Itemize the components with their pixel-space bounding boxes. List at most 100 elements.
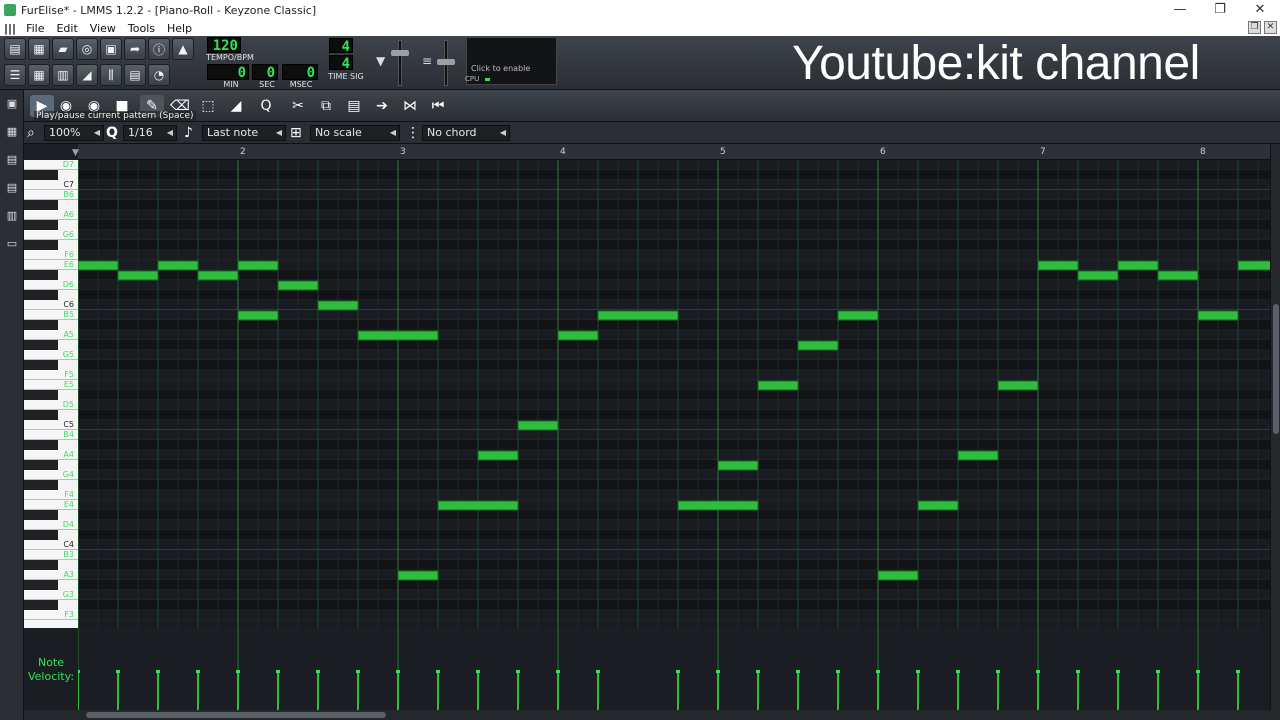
note[interactable] [157, 260, 199, 271]
velocity-handle[interactable] [556, 670, 560, 673]
velocity-handle[interactable] [756, 670, 760, 673]
note[interactable] [437, 500, 519, 511]
chord-combo[interactable]: No chord ◀ [422, 125, 510, 141]
note[interactable] [877, 570, 919, 581]
velocity-handle[interactable] [316, 670, 320, 673]
open-project-icon[interactable]: ▰ [52, 38, 74, 60]
velocity-handle[interactable] [1156, 670, 1160, 673]
velocity-handle[interactable] [836, 670, 840, 673]
time-sig-denominator[interactable]: 4 [329, 55, 353, 72]
pitch-bend-mode-icon[interactable]: ◢ [224, 95, 248, 117]
note[interactable] [357, 330, 439, 341]
velocity-handle[interactable] [476, 670, 480, 673]
black-key[interactable] [24, 460, 58, 470]
black-key[interactable] [24, 320, 58, 330]
loop-points-icon[interactable]: ⋈ [398, 95, 422, 117]
controller-rack-icon[interactable]: ◔ [148, 64, 170, 86]
velocity-graph[interactable] [78, 628, 1270, 710]
note[interactable] [197, 270, 239, 281]
velocity-handle[interactable] [196, 670, 200, 673]
velocity-handle[interactable] [396, 670, 400, 673]
velocity-handle[interactable] [356, 670, 360, 673]
beat-editor-icon[interactable]: ▦ [28, 64, 50, 86]
zoom-combo[interactable]: 100% ◀ [44, 125, 104, 141]
menu-edit[interactable]: Edit [50, 22, 83, 35]
whats-this-icon[interactable]: ⓘ [148, 38, 170, 60]
black-key[interactable] [24, 480, 58, 490]
velocity-handle[interactable] [1116, 670, 1120, 673]
song-editor-icon[interactable]: ☰ [4, 64, 26, 86]
horizontal-scrollbar[interactable] [24, 710, 1280, 720]
menu-tools[interactable]: Tools [122, 22, 161, 35]
minimize-button[interactable]: — [1160, 0, 1200, 20]
scale-combo[interactable]: No scale ◀ [310, 125, 400, 141]
horizontal-scroll-thumb[interactable] [86, 712, 386, 718]
paste-icon[interactable]: ▤ [342, 95, 366, 117]
note[interactable] [597, 310, 679, 321]
note[interactable] [477, 450, 519, 461]
velocity-handle[interactable] [716, 670, 720, 673]
black-key[interactable] [24, 220, 58, 230]
mixer-icon[interactable]: ⫼ [100, 64, 122, 86]
autoscroll-icon[interactable]: ➔ [370, 95, 394, 117]
close-button[interactable]: ✕ [1240, 0, 1280, 20]
note[interactable] [1157, 270, 1199, 281]
select-mode-icon[interactable]: ⬚ [196, 95, 220, 117]
velocity-handle[interactable] [876, 670, 880, 673]
note[interactable] [237, 260, 279, 271]
new-project-icon[interactable]: ▤ [4, 38, 26, 60]
note[interactable] [237, 310, 279, 321]
timeline[interactable]: ▼ 2 3 4 5 6 7 8 [72, 144, 1270, 160]
note[interactable] [1197, 310, 1239, 321]
master-pitch-handle[interactable] [437, 59, 455, 65]
black-key[interactable] [24, 360, 58, 370]
velocity-handle[interactable] [156, 670, 160, 673]
note[interactable] [957, 450, 999, 461]
recent-projects-icon[interactable]: ◎ [76, 38, 98, 60]
velocity-handle[interactable] [516, 670, 520, 673]
note[interactable] [837, 310, 879, 321]
master-volume-handle[interactable] [391, 50, 409, 56]
velocity-handle[interactable] [78, 670, 80, 673]
quantize-combo[interactable]: 1/16 ◀ [123, 125, 177, 141]
black-key[interactable] [24, 440, 58, 450]
note-length-combo[interactable]: Last note ◀ [202, 125, 286, 141]
black-key[interactable] [24, 530, 58, 540]
note[interactable] [317, 300, 359, 311]
vertical-scroll-thumb[interactable] [1273, 304, 1279, 434]
menu-help[interactable]: Help [161, 22, 198, 35]
note[interactable] [397, 570, 439, 581]
note-grid[interactable] [78, 160, 1270, 628]
velocity-handle[interactable] [956, 670, 960, 673]
quantize-icon[interactable]: Q [254, 95, 278, 117]
piano-roll-icon[interactable]: ▥ [52, 64, 74, 86]
my-presets-icon[interactable]: ▤ [4, 180, 20, 196]
note[interactable] [797, 340, 839, 351]
piano-keyboard[interactable]: D7 C7 B6 A6 G6 F6 E6 D6 C6 B5 A5 G5 F5 E5 D5 C5 B4 A4 G4 F4… [24, 160, 78, 628]
note[interactable] [757, 380, 799, 391]
velocity-handle[interactable] [596, 670, 600, 673]
black-key[interactable] [24, 410, 58, 420]
note[interactable] [677, 500, 759, 511]
master-volume-slider[interactable] [398, 40, 402, 86]
velocity-handle[interactable] [236, 670, 240, 673]
behavior-at-stop-icon[interactable]: ⏮ [426, 95, 450, 117]
menu-file[interactable]: File [20, 22, 50, 35]
time-sig-numerator[interactable]: 4 [329, 38, 353, 55]
white-key[interactable] [24, 620, 78, 628]
my-samples-icon[interactable]: ▤ [4, 152, 20, 168]
cut-scissors-icon[interactable]: ✂ [286, 95, 310, 117]
close-child-icon[interactable]: ✕ [1264, 21, 1277, 34]
note[interactable] [717, 460, 759, 471]
velocity-handle[interactable] [436, 670, 440, 673]
black-key[interactable] [24, 600, 58, 610]
note[interactable] [997, 380, 1039, 391]
my-projects-icon[interactable]: ▦ [4, 124, 20, 140]
note[interactable] [78, 260, 119, 271]
new-from-template-icon[interactable]: ▦ [28, 38, 50, 60]
instrument-plugins-icon[interactable]: ▣ [4, 96, 20, 112]
my-home-icon[interactable]: ▥ [4, 208, 20, 224]
note[interactable] [517, 420, 559, 431]
velocity-handle[interactable] [1196, 670, 1200, 673]
black-key[interactable] [24, 270, 58, 280]
